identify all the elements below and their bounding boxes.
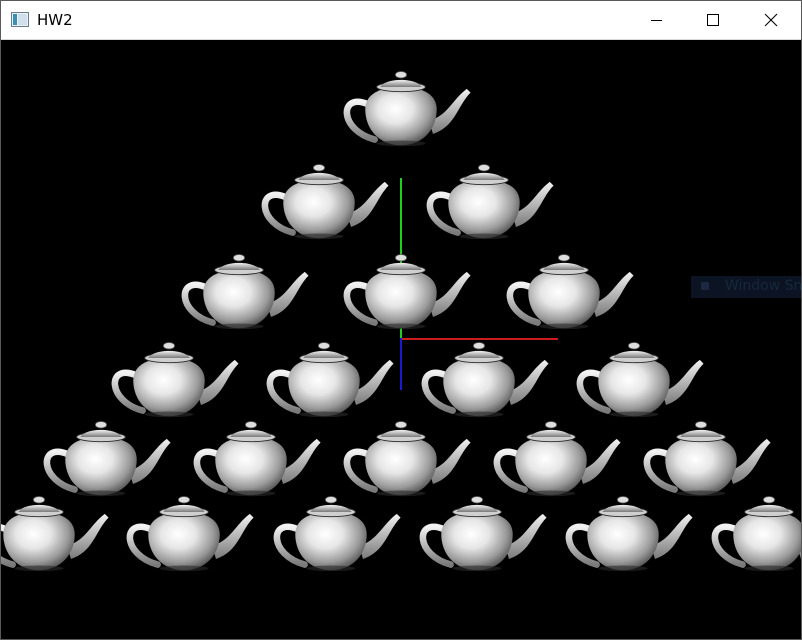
teapot (493, 421, 621, 497)
teapot (1, 496, 109, 572)
teapot (343, 254, 471, 330)
teapot (426, 164, 554, 240)
teapot-pyramid (1, 71, 801, 572)
teapot (576, 342, 704, 418)
teapot (193, 421, 321, 497)
teapot (711, 496, 801, 572)
opengl-viewport[interactable]: Window Snip (1, 40, 801, 639)
window-snip-overlay: Window Snip (691, 276, 801, 298)
close-button[interactable] (743, 1, 801, 39)
teapot (506, 254, 634, 330)
maximize-button[interactable] (685, 1, 741, 39)
teapot (343, 71, 471, 147)
teapot (343, 421, 471, 497)
teapot (419, 496, 547, 572)
window-title: HW2 (37, 11, 73, 29)
teapot (273, 496, 401, 572)
close-icon (764, 13, 778, 27)
teapot (565, 496, 693, 572)
app-window: HW2 Window Sn (0, 0, 802, 640)
snip-label: Window Snip (725, 278, 801, 294)
app-window-icon (11, 12, 29, 27)
teapot (421, 342, 549, 418)
maximize-icon (707, 14, 719, 26)
title-bar[interactable]: HW2 (1, 1, 801, 40)
snip-icon (701, 282, 709, 290)
teapot (261, 164, 389, 240)
minimize-button[interactable] (629, 1, 685, 39)
teapot (643, 421, 771, 497)
teapot (126, 496, 254, 572)
teapot (266, 342, 394, 418)
teapot (43, 421, 171, 497)
teapot (181, 254, 309, 330)
teapot (111, 342, 239, 418)
minimize-icon (651, 20, 662, 21)
